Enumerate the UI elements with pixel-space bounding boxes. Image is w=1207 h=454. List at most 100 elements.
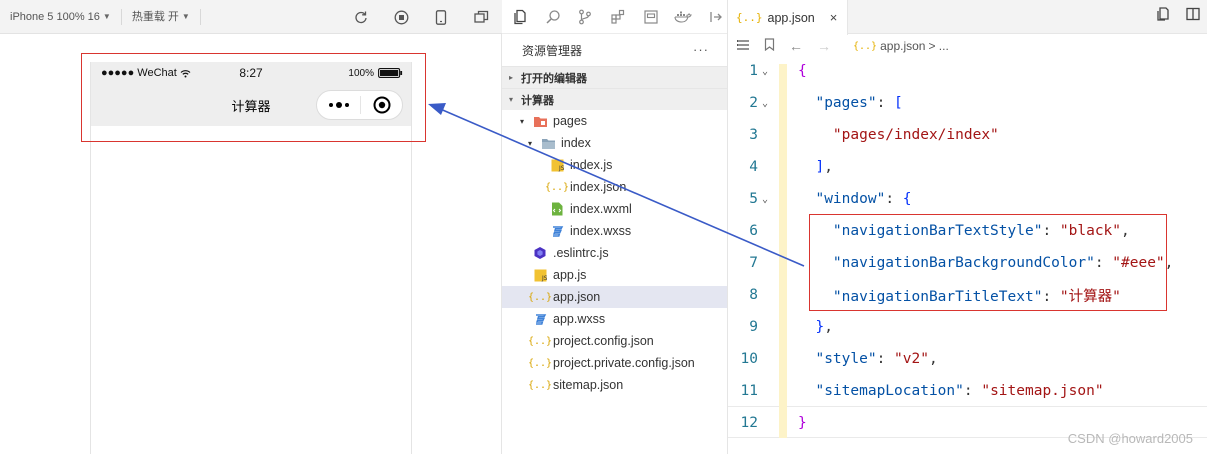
close-tab-button[interactable]: × [830, 10, 838, 25]
tree-item[interactable]: .eslintrc.js [502, 242, 727, 264]
tree-item[interactable]: ▾ index [502, 132, 727, 154]
code-line[interactable]: 7 "navigationBarBackgroundColor": "#eee"… [728, 247, 1207, 279]
code-line[interactable]: 5 ⌄ "window": { [728, 183, 1207, 215]
line-number: 10 [740, 351, 758, 367]
tree-item[interactable]: index.wxss [502, 220, 727, 242]
tree-item[interactable]: index.wxml [502, 198, 727, 220]
code-line[interactable]: 6 "navigationBarTextStyle": "black", [728, 215, 1207, 247]
code-token: "v2" [894, 351, 929, 367]
debug-panel-icon[interactable] [705, 6, 727, 28]
code-line[interactable]: 4 ], [728, 151, 1207, 183]
code-text: "style": "v2", [798, 351, 937, 367]
code-line[interactable]: 9 }, [728, 311, 1207, 343]
code-text: "sitemapLocation": "sitemap.json" [798, 383, 1104, 399]
tab-app-json[interactable]: {..} app.json × [728, 0, 849, 35]
code-line[interactable]: 2 ⌄ "pages": [ [728, 87, 1207, 119]
code-token: : [1094, 255, 1113, 271]
forward-arrow-icon[interactable]: → [817, 38, 831, 54]
svg-text:JS: JS [558, 165, 564, 172]
tree-item[interactable]: {..} project.private.config.json [502, 352, 727, 374]
extensions-icon[interactable] [607, 6, 629, 28]
explorer-pane: 资源管理器 ··· ▸ 打开的编辑器 ▾ 计算器 ▾ pages ▾ index JS i… [502, 0, 728, 454]
tree-item[interactable]: {..} index.json [502, 176, 727, 198]
split-editor-icon[interactable] [1185, 6, 1201, 25]
explorer-title: 资源管理器 [522, 43, 583, 58]
hot-reload-toggle[interactable]: 热重载 开 ▼ [122, 8, 200, 26]
bookmark-icon[interactable] [764, 38, 775, 54]
code-token: "pages" [798, 95, 877, 111]
code-token: : [876, 351, 895, 367]
refresh-icon[interactable] [350, 6, 372, 28]
status-bar: ●●●●● WeChat 8:27 100% [91, 62, 411, 84]
fold-chevron-icon[interactable]: ⌄ [762, 66, 774, 77]
simulator-pane: iPhone 5 100% 16 ▼ 热重载 开 ▼ ●●●●● WeChat … [0, 0, 502, 454]
chevron-down-icon: ▾ [509, 95, 514, 104]
fold-chevron-icon[interactable]: ⌄ [762, 98, 774, 109]
tree-item-label: pages [553, 114, 588, 128]
activity-bar [502, 0, 727, 34]
code-token: ] [798, 159, 825, 175]
tree-item[interactable]: {..} app.json [502, 286, 727, 308]
code-token: "navigationBarBackgroundColor" [798, 255, 1095, 271]
search-icon[interactable] [542, 6, 564, 28]
open-editors-section[interactable]: ▸ 打开的编辑器 [502, 66, 727, 88]
line-number: 2 [749, 95, 758, 111]
chevron-right-icon: ▸ [509, 73, 514, 82]
code-line[interactable]: 1 ⌄ { [728, 55, 1207, 87]
code-line[interactable]: 10 "style": "v2", [728, 343, 1207, 375]
fold-chevron-icon[interactable]: ⌄ [762, 194, 774, 205]
stop-icon[interactable] [390, 6, 412, 28]
detach-window-icon[interactable] [470, 6, 492, 28]
source-control-icon[interactable] [574, 6, 596, 28]
layout-icon[interactable] [640, 6, 662, 28]
code-text: ], [798, 159, 832, 175]
tree-item[interactable]: {..} project.config.json [502, 330, 727, 352]
code-line[interactable]: 8 "navigationBarTitleText": "计算器" [728, 279, 1207, 311]
line-number: 1 [749, 63, 758, 79]
more-actions-button[interactable]: ··· [693, 42, 709, 57]
code-token: "sitemap.json" [981, 383, 1104, 399]
capsule-menu [316, 90, 403, 120]
phone-icon[interactable] [430, 6, 452, 28]
eslint-file-icon [532, 245, 548, 261]
chevron-down-icon: ▼ [181, 11, 190, 21]
phone-screen: ●●●●● WeChat 8:27 100% 计算器 [90, 62, 412, 454]
device-selector[interactable]: iPhone 5 100% 16 ▼ [0, 8, 121, 26]
tree-item-label: .eslintrc.js [553, 246, 609, 260]
tree-item[interactable]: JS index.js [502, 154, 727, 176]
code-line[interactable]: 11 "sitemapLocation": "sitemap.json" [728, 375, 1207, 407]
tree-item-label: index.json [570, 180, 627, 194]
line-number: 4 [749, 159, 758, 175]
line-number: 3 [749, 127, 758, 143]
code-token: } [798, 415, 807, 431]
tree-item[interactable]: {..} sitemap.json [502, 374, 727, 396]
more-icon[interactable] [317, 102, 360, 108]
project-section[interactable]: ▾ 计算器 [502, 88, 727, 110]
code-token: "pages/index/index" [798, 127, 999, 143]
close-miniprogram-icon[interactable] [361, 96, 402, 114]
docker-icon[interactable] [673, 6, 695, 28]
css-file-icon [532, 311, 548, 327]
folder-icon [540, 135, 556, 151]
code-text: }, [798, 319, 832, 335]
back-arrow-icon[interactable]: ← [789, 38, 803, 54]
tree-item-label: index.wxss [570, 224, 632, 238]
tree-item[interactable]: app.wxss [502, 308, 727, 330]
breadcrumb-file[interactable]: {..} app.json > ... [853, 39, 949, 53]
code-token: "black" [1059, 223, 1122, 239]
wxml-file-icon [549, 201, 565, 217]
code-token: : [963, 383, 982, 399]
editor-pane: {..} app.json × ← → {..} app.json > ... [728, 0, 1207, 454]
css-file-icon [549, 223, 565, 239]
list-icon[interactable] [736, 39, 750, 54]
files-icon[interactable] [509, 6, 531, 28]
tree-item[interactable]: JS app.js [502, 264, 727, 286]
device-label: iPhone 5 100% 16 [10, 10, 100, 23]
code-token: "navigationBarTextStyle" [798, 223, 1043, 239]
compare-files-icon[interactable] [1155, 6, 1171, 25]
code-line[interactable]: 3 "pages/index/index" [728, 119, 1207, 151]
code-editor[interactable]: 1 ⌄{2 ⌄ "pages": [3 "pages/index/index" 4 ]… [728, 55, 1207, 454]
nav-title: 计算器 [231, 98, 271, 114]
tree-item[interactable]: ▾ pages [502, 110, 727, 132]
code-text: } [798, 415, 807, 431]
